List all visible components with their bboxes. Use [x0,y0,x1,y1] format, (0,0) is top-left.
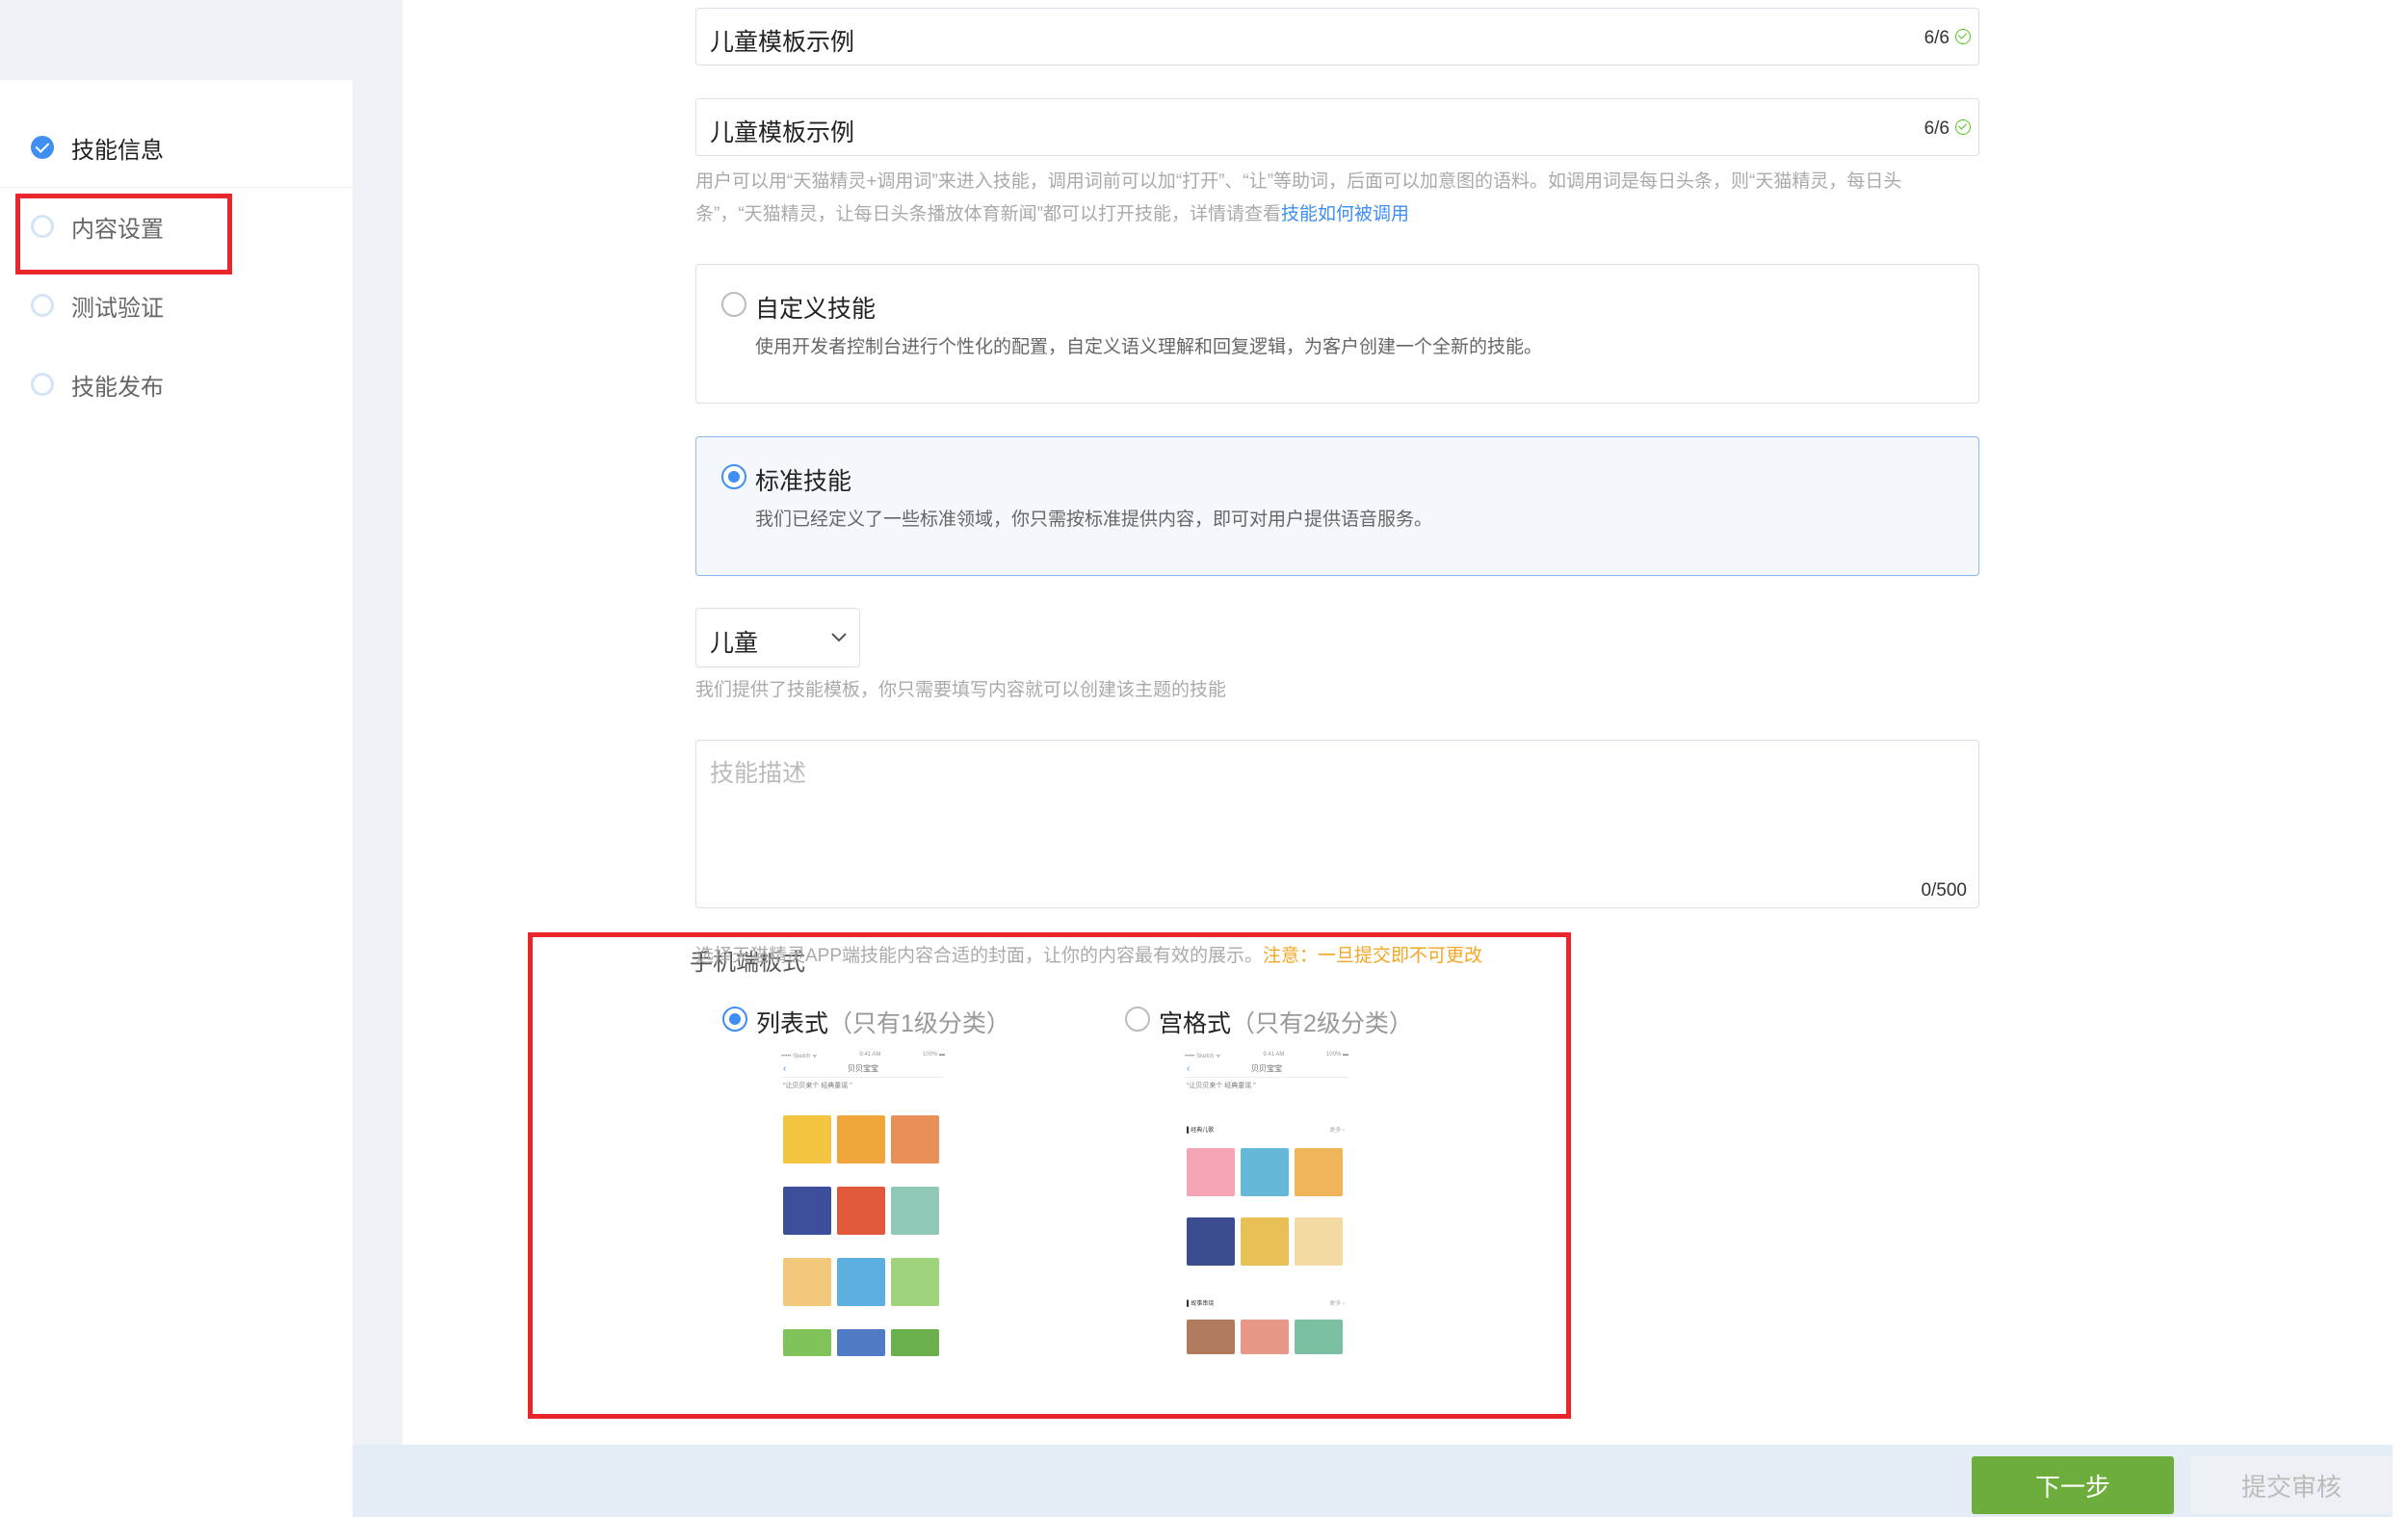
skill-name-value: 儿童模板示例 [710,29,855,56]
step-publish[interactable]: 技能发布 [0,345,353,424]
option-custom-skill[interactable]: 自定义技能 使用开发者控制台进行个性化的配置，自定义语义理解和回复逻辑，为客户创… [695,264,1979,404]
valid-check-icon [1955,119,1971,135]
step-label: 技能发布 [71,374,164,401]
step-done-check-icon [31,136,54,159]
standard-skill-title: 标准技能 [755,468,852,495]
scrollbar-track[interactable] [2393,0,2408,1517]
step-pending-circle-icon [31,373,54,396]
step-label: 技能信息 [71,137,164,164]
main-form: 技能名称 儿童模板示例 6/6 调用词 儿童模板示例 6/6 用户可以用“天猫精… [403,0,2393,1445]
highlight-frame-content-settings [15,194,232,275]
invocation-help-line1: 用户可以用“天猫精灵+调用词”来进入技能，调用词前可以加“打开”、“让”等助词，… [695,171,1902,192]
highlight-frame-mobile-layout [528,932,1571,1419]
sidebar: 技能信息 内容设置 测试验证 技能发布 [0,0,353,1517]
template-value: 儿童 [710,630,759,657]
valid-check-icon [1955,29,1971,44]
template-help: 我们提供了技能模板，你只需要填写内容就可以创建该主题的技能 [695,680,1227,700]
skill-name-counter: 6/6 [1924,28,1950,48]
custom-skill-title: 自定义技能 [755,296,877,323]
invocation-help: 用户可以用“天猫精灵+调用词”来进入技能，调用词前可以加“打开”、“让”等助词，… [695,166,1986,231]
description-counter: 0/500 [1921,880,1967,901]
invocation-input[interactable]: 儿童模板示例 6/6 [695,98,1979,156]
invocation-value: 儿童模板示例 [710,119,855,146]
next-step-button[interactable]: 下一步 [1972,1456,2174,1514]
description-placeholder: 技能描述 [710,760,807,787]
invocation-help-link[interactable]: 技能如何被调用 [1281,204,1409,224]
step-test-verify[interactable]: 测试验证 [0,266,353,345]
description-textarea[interactable]: 技能描述 0/500 [695,740,1979,908]
chevron-down-icon [831,633,847,642]
radio-custom-skill[interactable] [721,292,746,317]
steps-panel: 技能信息 内容设置 测试验证 技能发布 [0,80,353,1517]
template-select[interactable]: 儿童 [695,608,860,667]
option-standard-skill[interactable]: 标准技能 我们已经定义了一些标准领域，你只需按标准提供内容，即可对用户提供语音服… [695,436,1979,576]
custom-skill-desc: 使用开发者控制台进行个性化的配置，自定义语义理解和回复逻辑，为客户创建一个全新的… [755,337,1543,357]
invocation-counter: 6/6 [1924,118,1950,139]
step-pending-circle-icon [31,294,54,317]
step-skill-info[interactable]: 技能信息 [0,108,353,188]
skill-name-input[interactable]: 儿童模板示例 6/6 [695,8,1979,65]
invocation-help-line2: 条”，“天猫精灵，让每日头条播放体育新闻”都可以打开技能，详情请查看 [695,204,1281,224]
radio-standard-skill[interactable] [721,464,746,489]
standard-skill-desc: 我们已经定义了一些标准领域，你只需按标准提供内容，即可对用户提供语音服务。 [755,510,1433,530]
step-label: 测试验证 [71,295,164,322]
submit-review-button[interactable]: 提交审核 [2190,1456,2393,1514]
